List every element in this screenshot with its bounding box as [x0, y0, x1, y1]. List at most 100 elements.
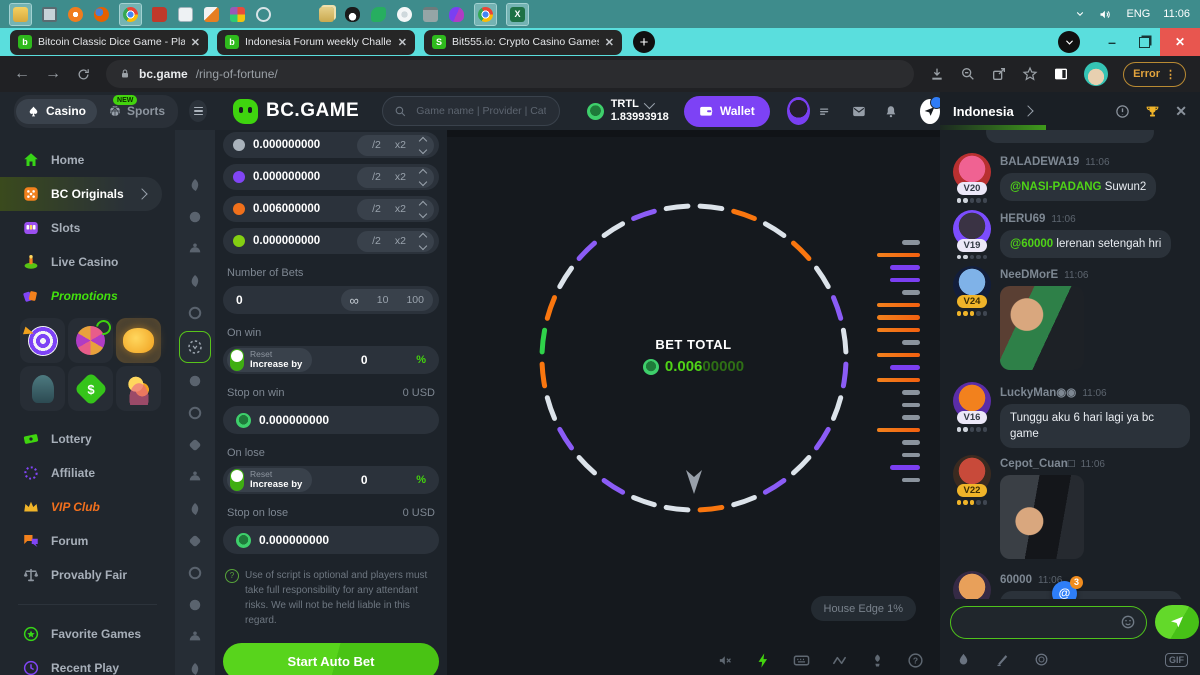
browser-tab[interactable]: bBitcoin Classic Dice Game - Play l✕ [10, 30, 208, 55]
rail-game-icon[interactable] [186, 660, 204, 675]
rain-icon[interactable] [956, 652, 971, 667]
half-button[interactable]: /2 [365, 235, 388, 247]
sidebar-item-affiliate[interactable]: Affiliate [0, 456, 175, 490]
rail-game-icon[interactable] [186, 272, 204, 290]
error-button[interactable]: Error⋮ [1123, 62, 1186, 87]
chat-message-bubble[interactable]: @NASI-PADANG Suwun2 [1000, 173, 1156, 201]
rail-game-icon[interactable] [186, 304, 204, 322]
stop-on-lose-input[interactable]: 0.000000000 [223, 526, 439, 554]
chat-username[interactable]: BALADEWA19 [1000, 156, 1079, 168]
chat-text-field[interactable] [961, 614, 1120, 630]
folder-icon[interactable] [13, 7, 28, 22]
chat-rules-pen-icon[interactable] [995, 652, 1010, 667]
chevron-right-icon[interactable] [1022, 105, 1033, 116]
chat-message-bubble[interactable]: Tunggu aku 6 hari lagi ya bc game [1000, 404, 1190, 448]
magnifier-icon[interactable] [256, 7, 271, 22]
double-button[interactable]: x2 [388, 171, 413, 183]
taskbar-hidden-icons-caret[interactable] [1075, 9, 1085, 19]
amount-stepper[interactable] [413, 170, 426, 185]
tab-close-icon[interactable]: ✕ [191, 36, 200, 49]
penguin-icon[interactable] [345, 7, 360, 22]
omnibox[interactable]: bc.game/ring-of-fortune/ [106, 60, 914, 88]
half-button[interactable]: /2 [365, 139, 388, 151]
hotkeys-icon[interactable] [793, 652, 810, 669]
rail-game-icon[interactable] [186, 176, 204, 194]
chrome-icon[interactable] [123, 7, 138, 22]
monitor-icon[interactable] [42, 7, 57, 22]
paint-icon[interactable] [230, 7, 245, 22]
folders-icon[interactable] [319, 7, 334, 22]
sports-tab[interactable]: NEW Sports [97, 104, 176, 118]
sidebar-item-recent-play[interactable]: Recent Play [0, 651, 175, 675]
sidebar-item-vip-club[interactable]: VIP Club [0, 490, 175, 524]
rail-game-icon[interactable] [186, 596, 204, 614]
rail-game-icon[interactable] [186, 240, 204, 258]
chat-toggle-button[interactable] [920, 99, 940, 124]
promo-tile-deal[interactable] [68, 366, 113, 411]
side-panel-icon[interactable] [1053, 66, 1069, 82]
kebab-menu-icon[interactable]: ⋮ [1165, 68, 1176, 81]
double-button[interactable]: x2 [388, 235, 413, 247]
reload-button[interactable] [76, 67, 91, 82]
wallet-button[interactable]: Wallet [684, 96, 770, 127]
bcgame-logo[interactable]: BC.GAME [233, 99, 359, 124]
rail-game-icon[interactable] [186, 468, 204, 486]
chat-username[interactable]: LuckyMan◉◉ [1000, 385, 1076, 399]
rail-game-icon[interactable] [186, 500, 204, 518]
chat-rules-icon[interactable] [1115, 104, 1130, 119]
balance-display[interactable]: TRTL 1.83993918 [587, 98, 669, 123]
rail-game-icon[interactable] [186, 372, 204, 390]
seed-icon[interactable] [869, 652, 886, 669]
speaker-icon[interactable] [1098, 7, 1113, 22]
back-button[interactable]: ← [14, 65, 30, 83]
sidebar-item-favorite-games[interactable]: Favorite Games [0, 617, 175, 651]
game-search[interactable] [382, 96, 559, 126]
sidebar-item-lottery[interactable]: Lottery [0, 422, 175, 456]
rail-game-icon[interactable] [186, 532, 204, 550]
chat-input[interactable] [950, 606, 1147, 639]
browser-tab[interactable]: bIndonesia Forum weekly Challeng✕ [217, 30, 415, 55]
on-lose-value[interactable]: 0 [320, 473, 408, 487]
sidebar-collapse-button[interactable] [189, 100, 207, 122]
mention-link[interactable]: @NASI-PADANG [1010, 181, 1102, 193]
chat-username[interactable]: NeeDMorE [1000, 269, 1058, 281]
avatar[interactable] [953, 571, 991, 599]
rail-game-icon[interactable] [186, 436, 204, 454]
preset-100-button[interactable]: 100 [397, 294, 433, 306]
amount-stepper[interactable] [413, 202, 426, 217]
chat-room-label[interactable]: Indonesia [953, 104, 1014, 119]
on-lose-toggle[interactable]: Reset Increase by [227, 468, 312, 492]
bet-amount[interactable]: 0.006000000 [253, 203, 349, 215]
lock-icon[interactable] [119, 68, 131, 80]
promo-tile-target[interactable] [20, 318, 65, 363]
butterfly-icon[interactable] [449, 7, 464, 22]
live-stats-icon[interactable] [831, 652, 848, 669]
tab-search-button[interactable] [1058, 31, 1080, 53]
mention-notification-button[interactable]: @3 [1052, 581, 1077, 599]
notepad-icon[interactable] [178, 7, 193, 22]
chat-username[interactable]: HERU69 [1000, 213, 1045, 225]
preset-10-button[interactable]: 10 [368, 294, 398, 306]
sound-off-icon[interactable] [717, 652, 734, 669]
sidebar-item-provably-fair[interactable]: Provably Fair [0, 558, 175, 592]
amount-stepper[interactable] [413, 138, 426, 153]
sidebar-item-promotions[interactable]: Promotions [0, 279, 175, 313]
taskbar-language[interactable]: ENG [1126, 8, 1150, 20]
user-avatar[interactable] [787, 97, 810, 125]
rail-game-icon[interactable] [186, 208, 204, 226]
close-button[interactable]: ✕ [1160, 28, 1200, 56]
chat-username[interactable]: Cepot_Cuan□ [1000, 458, 1075, 470]
chat-username[interactable]: 60000 [1000, 574, 1032, 586]
turbo-icon[interactable] [755, 652, 772, 669]
sidebar-item-slots[interactable]: Slots [0, 211, 175, 245]
lizard-icon[interactable] [371, 7, 386, 22]
media-player-icon[interactable] [68, 7, 83, 22]
minimize-button[interactable]: – [1096, 28, 1128, 56]
sidebar-item-bc-originals[interactable]: BC Originals [0, 177, 162, 211]
book-icon[interactable] [152, 7, 167, 22]
share-icon[interactable] [991, 66, 1007, 82]
chat-message-bubble[interactable]: @HERU69 Ratembus koh@3 [1000, 591, 1182, 599]
mention-link[interactable]: @60000 [1010, 238, 1053, 250]
bet-amount[interactable]: 0.000000000 [253, 171, 349, 183]
double-button[interactable]: x2 [388, 139, 413, 151]
